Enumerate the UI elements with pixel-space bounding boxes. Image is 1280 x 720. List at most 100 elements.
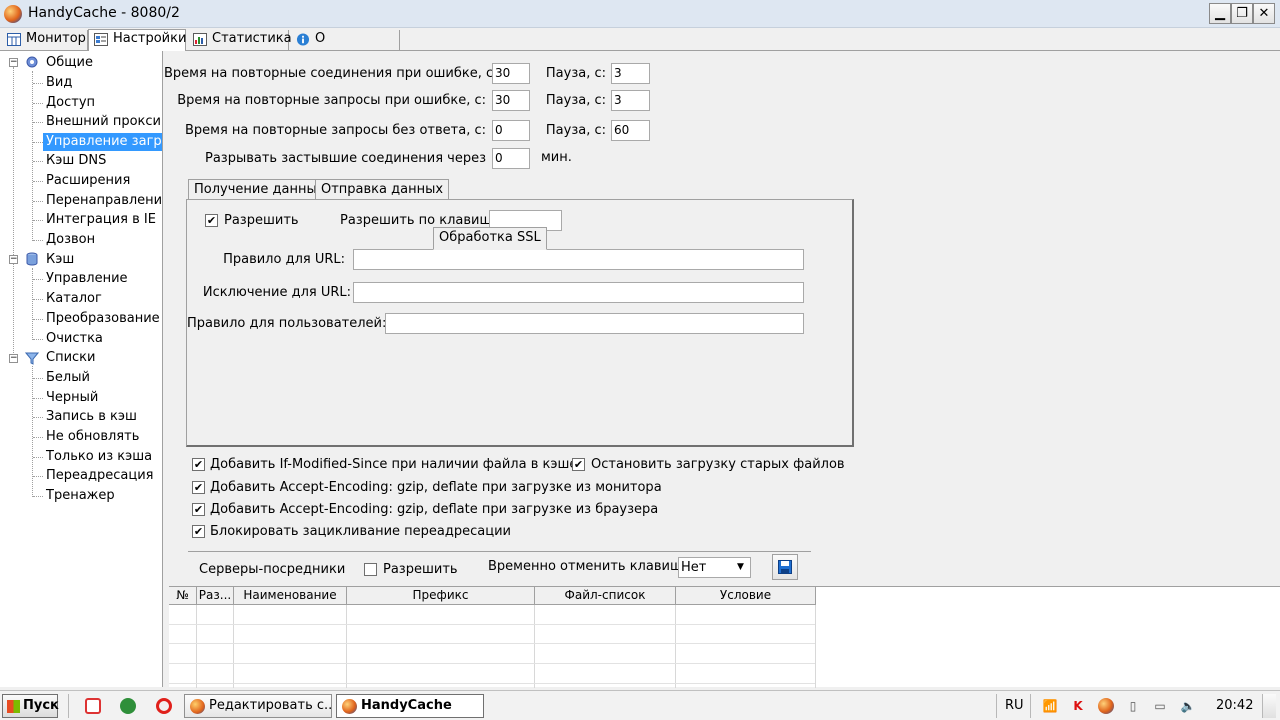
close-button[interactable]: ✕ bbox=[1253, 3, 1275, 24]
tree-item-view[interactable]: Вид bbox=[46, 74, 72, 92]
table-row bbox=[169, 663, 815, 664]
tree-item-dns-cache[interactable]: Кэш DNS bbox=[46, 152, 106, 170]
title-bar: HandyCache - 8080/2 ▁ ❐ ✕ bbox=[0, 0, 1280, 28]
url-rule-input[interactable] bbox=[353, 249, 804, 270]
column-header-name[interactable]: Наименование bbox=[234, 587, 347, 605]
proxy-servers-label: Серверы-посредники bbox=[199, 562, 346, 577]
tree-item-download-management[interactable]: Управление загру bbox=[43, 133, 162, 151]
subtab-receive-data[interactable]: Получение данных bbox=[188, 179, 331, 200]
separator bbox=[188, 551, 811, 552]
retry-no-response-input[interactable]: 0 bbox=[492, 120, 530, 141]
handycache-tray-icon[interactable] bbox=[1098, 698, 1114, 714]
url-exclude-input[interactable] bbox=[353, 282, 804, 303]
quicklaunch-document-icon[interactable] bbox=[85, 698, 101, 714]
chevron-down-icon: ▼ bbox=[737, 562, 744, 572]
tree-item-dialup[interactable]: Дозвон bbox=[46, 231, 95, 249]
block-redirect-loop-checkbox[interactable]: ✔ bbox=[192, 525, 205, 538]
tree-item-cache-write[interactable]: Запись в кэш bbox=[46, 408, 137, 426]
column-header-number[interactable]: № bbox=[169, 587, 197, 605]
show-desktop-button[interactable] bbox=[1262, 694, 1276, 718]
column-header-prefix[interactable]: Префикс bbox=[347, 587, 535, 605]
temp-cancel-value: Нет bbox=[681, 560, 707, 575]
tree-item-readdressing[interactable]: Переадресация bbox=[46, 467, 153, 485]
table-row bbox=[169, 624, 815, 625]
taskbar-item-browser-label: Редактировать с... bbox=[209, 698, 332, 713]
tree-item-blacklist[interactable]: Черный bbox=[46, 389, 98, 407]
if-modified-since-label: Добавить If-Modified-Since при наличии ф… bbox=[210, 457, 578, 472]
stalled-connections-label: Разрывать застывшие соединения через bbox=[204, 151, 486, 166]
tree-item-url-transform[interactable]: Преобразование U bbox=[46, 310, 162, 328]
tree-item-extensions[interactable]: Расширения bbox=[46, 172, 130, 190]
column-header-condition[interactable]: Условие bbox=[676, 587, 816, 605]
settings-panel: Время на повторные соединения при ошибке… bbox=[164, 51, 1280, 688]
usb-icon[interactable]: ▯ bbox=[1125, 698, 1141, 714]
kaspersky-icon[interactable]: K bbox=[1070, 698, 1086, 714]
tab-monitor[interactable]: Монитор bbox=[2, 30, 88, 50]
restore-button[interactable]: ❐ bbox=[1231, 3, 1253, 24]
tab-about[interactable]: О программе bbox=[291, 30, 400, 64]
network-icon[interactable]: 📶 bbox=[1042, 698, 1058, 714]
column-header-file-list[interactable]: Файл-список bbox=[535, 587, 676, 605]
volume-icon[interactable]: 🔈 bbox=[1180, 698, 1196, 714]
grid-column bbox=[347, 605, 535, 688]
column-header-allowed[interactable]: Раз... bbox=[197, 587, 234, 605]
tree-item-lists[interactable]: Списки bbox=[46, 349, 95, 367]
tree-item-access[interactable]: Доступ bbox=[46, 94, 95, 112]
ssl-hotkey-label: Разрешить по клавише: bbox=[340, 213, 504, 228]
tree-collapse-general[interactable]: − bbox=[9, 58, 18, 67]
tree-item-cache-management[interactable]: Управление bbox=[46, 270, 128, 288]
user-rule-input[interactable] bbox=[385, 313, 804, 334]
tab-statistics[interactable]: Статистика bbox=[188, 30, 292, 50]
retry-requests-input[interactable]: 30 bbox=[492, 90, 530, 111]
retry-connections-input[interactable]: 30 bbox=[492, 63, 530, 84]
proxy-servers-table[interactable]: № Раз... Наименование Префикс Файл-списо… bbox=[169, 586, 1280, 688]
quicklaunch-utorrent-icon[interactable] bbox=[120, 698, 136, 714]
tree-item-catalog[interactable]: Каталог bbox=[46, 290, 102, 308]
subtab-ssl-processing[interactable]: Обработка SSL bbox=[433, 227, 547, 250]
tree-item-external-proxy[interactable]: Внешний прокси bbox=[46, 113, 161, 131]
save-button[interactable] bbox=[772, 554, 798, 580]
info-icon bbox=[296, 33, 310, 46]
tree-collapse-lists[interactable]: − bbox=[9, 354, 18, 363]
tree-item-no-update[interactable]: Не обновлять bbox=[46, 428, 139, 446]
clock[interactable]: 20:42 bbox=[1216, 698, 1253, 713]
temp-cancel-select[interactable]: Нет ▼ bbox=[678, 557, 751, 578]
table-row bbox=[169, 643, 815, 644]
pause-input-2[interactable]: 3 bbox=[611, 90, 650, 111]
proxy-allow-checkbox[interactable] bbox=[364, 563, 377, 576]
tree-item-trainer[interactable]: Тренажер bbox=[46, 487, 115, 505]
subtab-send-data[interactable]: Отправка данных bbox=[315, 179, 450, 200]
accept-encoding-browser-checkbox[interactable]: ✔ bbox=[192, 503, 205, 516]
stalled-connections-input[interactable]: 0 bbox=[492, 148, 530, 169]
language-indicator[interactable]: RU bbox=[1005, 698, 1024, 713]
start-button[interactable]: Пуск bbox=[2, 694, 59, 718]
tree-item-ie-integration[interactable]: Интеграция в IE bbox=[46, 211, 156, 229]
tab-monitor-label: Монитор bbox=[26, 31, 86, 46]
tree-item-cleanup[interactable]: Очистка bbox=[46, 330, 103, 348]
statistics-icon bbox=[193, 33, 207, 46]
taskbar-item-browser[interactable]: Редактировать с... bbox=[184, 694, 332, 718]
tree-item-cache-only[interactable]: Только из кэша bbox=[46, 448, 152, 466]
quicklaunch-opera-icon[interactable] bbox=[156, 698, 172, 714]
filter-icon bbox=[25, 352, 39, 365]
windows-logo-icon bbox=[7, 700, 20, 713]
stop-old-files-label: Остановить загрузку старых файлов bbox=[591, 457, 845, 472]
pause-input-3[interactable]: 60 bbox=[611, 120, 650, 141]
ssl-allow-checkbox[interactable]: ✔ bbox=[205, 214, 218, 227]
tab-settings[interactable]: Настройки bbox=[88, 29, 186, 51]
taskbar-item-handycache[interactable]: HandyCache bbox=[336, 694, 484, 718]
pause-input-1[interactable]: 3 bbox=[611, 63, 650, 84]
tree-collapse-cache[interactable]: − bbox=[9, 255, 18, 264]
tree-item-redirection[interactable]: Перенаправление bbox=[46, 192, 162, 210]
accept-encoding-browser-label: Добавить Accept-Encoding: gzip, deflate … bbox=[210, 502, 659, 517]
display-icon[interactable]: ▭ bbox=[1152, 698, 1168, 714]
tree-item-cache[interactable]: Кэш bbox=[46, 251, 74, 269]
accept-encoding-monitor-checkbox[interactable]: ✔ bbox=[192, 481, 205, 494]
tree-item-whitelist[interactable]: Белый bbox=[46, 369, 90, 387]
stop-old-files-checkbox[interactable]: ✔ bbox=[572, 458, 585, 471]
database-icon bbox=[26, 252, 38, 266]
tree-item-general[interactable]: Общие bbox=[46, 54, 93, 72]
minimize-button[interactable]: ▁ bbox=[1209, 3, 1231, 24]
pause-label-2: Пауза, с: bbox=[545, 93, 606, 108]
if-modified-since-checkbox[interactable]: ✔ bbox=[192, 458, 205, 471]
